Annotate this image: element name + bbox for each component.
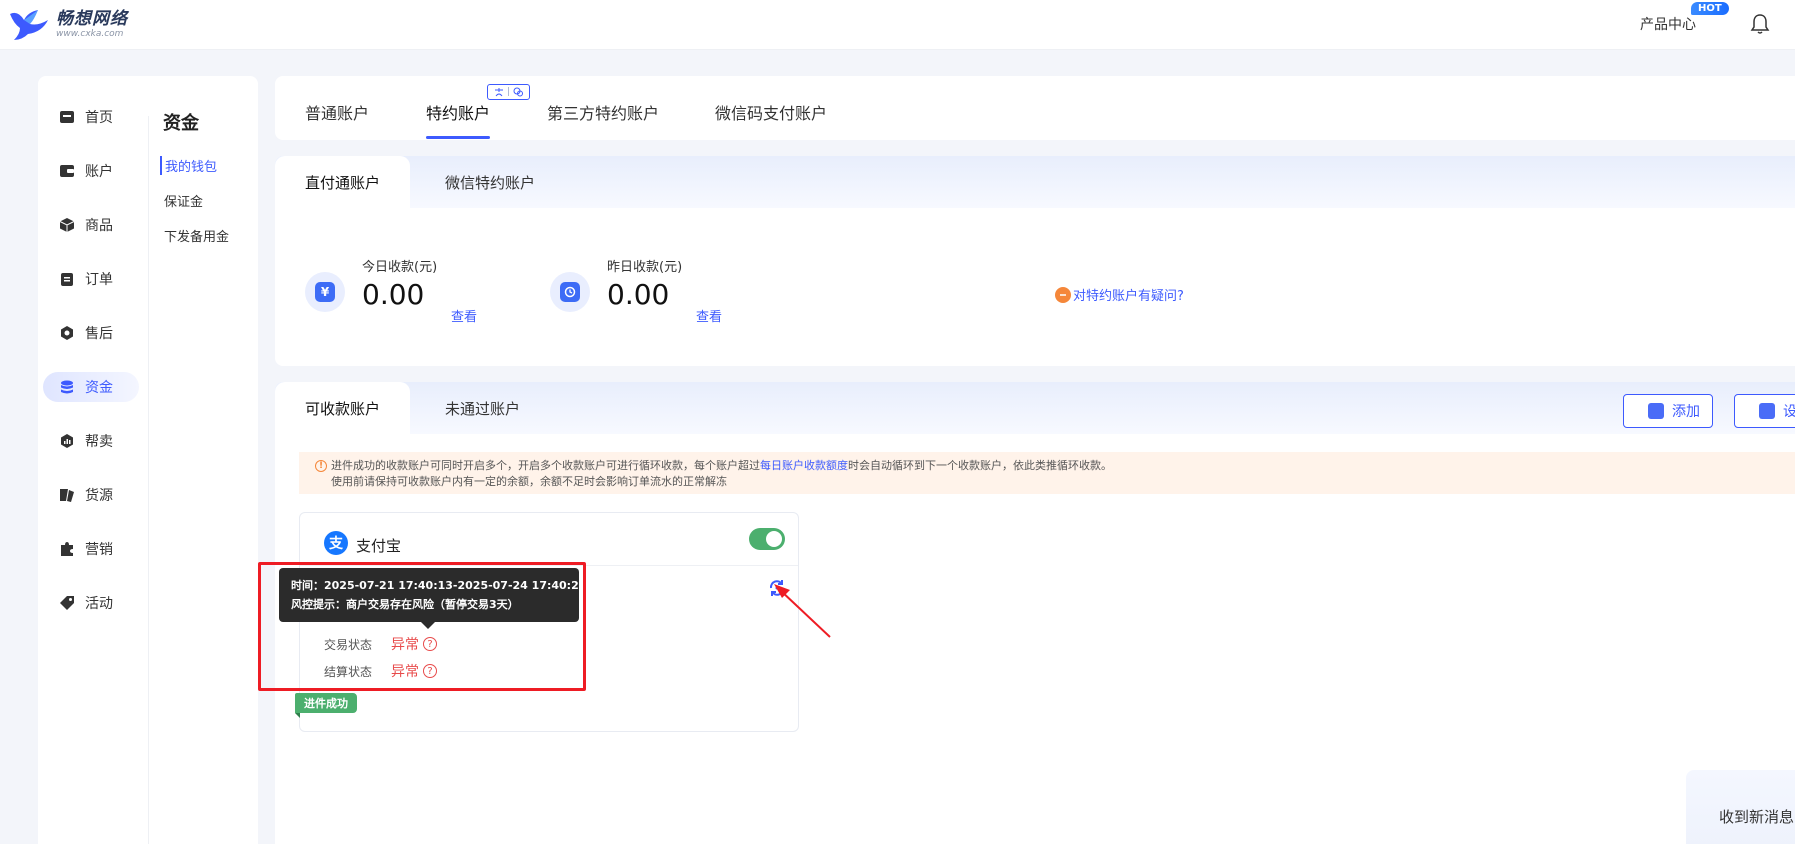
yesterday-income-view-link[interactable]: 查看 — [696, 306, 722, 325]
brand-name: 畅想网络 — [56, 9, 128, 29]
tab-wechat-code-account[interactable]: 微信码支付账户 — [715, 100, 827, 124]
settings-button-label: 设 — [1783, 404, 1795, 420]
annotation-highlight-box — [258, 562, 586, 691]
sidebar-item-label: 售后 — [85, 326, 113, 342]
yesterday-income-label: 昨日收款(元) — [607, 260, 683, 275]
payment-channels-badge: | — [487, 84, 530, 100]
product-center-link[interactable]: 产品中心 — [1640, 14, 1696, 34]
sidebar-item-label: 首页 — [85, 110, 113, 126]
sidebar: 首页 账户 商品 订单 售后 资金 帮卖 货源 营销 活动 资金 我的钱包 保证… — [38, 76, 258, 844]
tab-rejected-accounts[interactable]: 未通过账户 — [415, 382, 550, 434]
sidebar-item-funds[interactable]: 资金 — [43, 372, 139, 402]
wallet-icon — [60, 165, 74, 177]
yuan-icon: ¥ — [305, 272, 345, 312]
sidebar-item-account[interactable]: 账户 — [43, 156, 139, 186]
notice-line-1: 进件成功的收款账户可同时开启多个，开启多个收款账户可进行循环收款，每个账户超过每… — [331, 459, 1112, 472]
hot-badge: HOT — [1691, 2, 1729, 15]
sidebar-item-label: 账户 — [85, 164, 113, 180]
coins-icon — [61, 380, 73, 394]
sidebar-item-label: 订单 — [85, 272, 113, 288]
sidebar-item-label: 货源 — [85, 488, 113, 504]
yesterday-income-value: 0.00 — [607, 278, 670, 311]
notice-line-2: 使用前请保持可收款账户内有一定的余额，余额不足时会影响订单流水的正常解冻 — [331, 475, 727, 488]
card-header: 支 支付宝 — [300, 513, 798, 566]
box-icon — [59, 218, 75, 232]
alipay-small-icon — [494, 88, 503, 97]
active-tab-indicator — [426, 136, 490, 139]
sidebar-item-orders[interactable]: 订单 — [43, 264, 139, 294]
account-summary-panel: 直付通账户 微信特约账户 ¥ 今日收款(元) 0.00 查看 昨日收款(元) 0… — [275, 156, 1795, 366]
info-icon: ! — [315, 460, 327, 472]
tag-icon — [60, 596, 74, 610]
sidebar-item-label: 营销 — [85, 542, 113, 558]
subnav-title: 资金 — [163, 113, 199, 134]
today-income-label: 今日收款(元) — [362, 260, 438, 275]
sidebar-item-label: 活动 — [85, 596, 113, 612]
chat-bubble-icon — [1055, 286, 1071, 303]
clipboard-icon — [61, 273, 73, 286]
daily-limit-link[interactable]: 每日账户收款额度 — [760, 459, 848, 472]
add-button-label: 添加 — [1672, 404, 1700, 420]
logo[interactable]: 畅想网络 www.cxka.com — [8, 6, 128, 42]
tab-third-party-account[interactable]: 第三方特约账户 — [547, 100, 659, 124]
settings-button[interactable]: 设 — [1734, 394, 1795, 428]
tab-wechat-special-account[interactable]: 微信特约账户 — [415, 156, 565, 208]
alipay-icon: 支 — [324, 531, 348, 555]
top-bar: 畅想网络 www.cxka.com 产品中心 HOT — [0, 0, 1795, 50]
sidebar-item-activity[interactable]: 活动 — [43, 588, 139, 618]
tab-direct-pay-account[interactable]: 直付通账户 — [275, 156, 411, 208]
source-icon — [60, 489, 74, 502]
brand-url: www.cxka.com — [56, 29, 124, 39]
sidebar-item-label: 商品 — [85, 218, 113, 234]
add-icon — [1648, 403, 1664, 419]
bell-icon[interactable] — [1750, 13, 1770, 35]
home-icon — [60, 111, 74, 123]
service-icon — [61, 326, 73, 340]
onboarding-success-badge: 进件成功 — [295, 693, 357, 718]
sidebar-item-label: 帮卖 — [85, 434, 113, 450]
wechat-small-icon — [513, 87, 524, 97]
puzzle-icon — [61, 542, 73, 556]
add-button[interactable]: 添加 — [1623, 394, 1713, 428]
subnav-item-reserve-fund[interactable]: 下发备用金 — [164, 226, 229, 245]
main-tabs-panel: 普通账户 特约账户 | 第三方特约账户 微信码支付账户 — [275, 76, 1795, 140]
today-income-value: 0.00 — [362, 278, 425, 311]
tab-normal-account[interactable]: 普通账户 — [305, 100, 369, 124]
bird-logo-icon — [10, 10, 48, 40]
account-enable-toggle[interactable] — [749, 528, 785, 550]
sidebar-divider — [148, 116, 149, 844]
notice-banner: ! 进件成功的收款账户可同时开启多个，开启多个收款账户可进行循环收款，每个账户超… — [299, 452, 1795, 494]
tab-special-account[interactable]: 特约账户 — [426, 100, 490, 124]
new-message-text: 收到新消息 — [1719, 808, 1795, 826]
sidebar-item-goods[interactable]: 商品 — [43, 210, 139, 240]
subnav-item-deposit[interactable]: 保证金 — [164, 191, 203, 210]
card-title: 支付宝 — [356, 537, 402, 555]
tab-receivable-accounts[interactable]: 可收款账户 — [275, 382, 411, 434]
clock-icon — [550, 272, 590, 312]
special-account-faq-link[interactable]: 对特约账户有疑问? — [1055, 285, 1184, 304]
sidebar-item-after-sales[interactable]: 售后 — [43, 318, 139, 348]
faq-link-text: 对特约账户有疑问? — [1073, 289, 1184, 304]
today-income-view-link[interactable]: 查看 — [451, 306, 477, 325]
sidebar-item-marketing[interactable]: 营销 — [43, 534, 139, 564]
sidebar-item-help-sell[interactable]: 帮卖 — [43, 426, 139, 456]
chart-icon — [61, 434, 73, 448]
sidebar-item-source[interactable]: 货源 — [43, 480, 139, 510]
new-message-popup[interactable]: 收到新消息 — [1686, 770, 1795, 844]
sidebar-item-label: 资金 — [85, 380, 113, 396]
subnav-item-my-wallet[interactable]: 我的钱包 — [160, 156, 217, 175]
sidebar-item-home[interactable]: 首页 — [43, 102, 139, 132]
gear-icon — [1759, 403, 1775, 419]
annotation-arrow-icon — [774, 584, 831, 638]
